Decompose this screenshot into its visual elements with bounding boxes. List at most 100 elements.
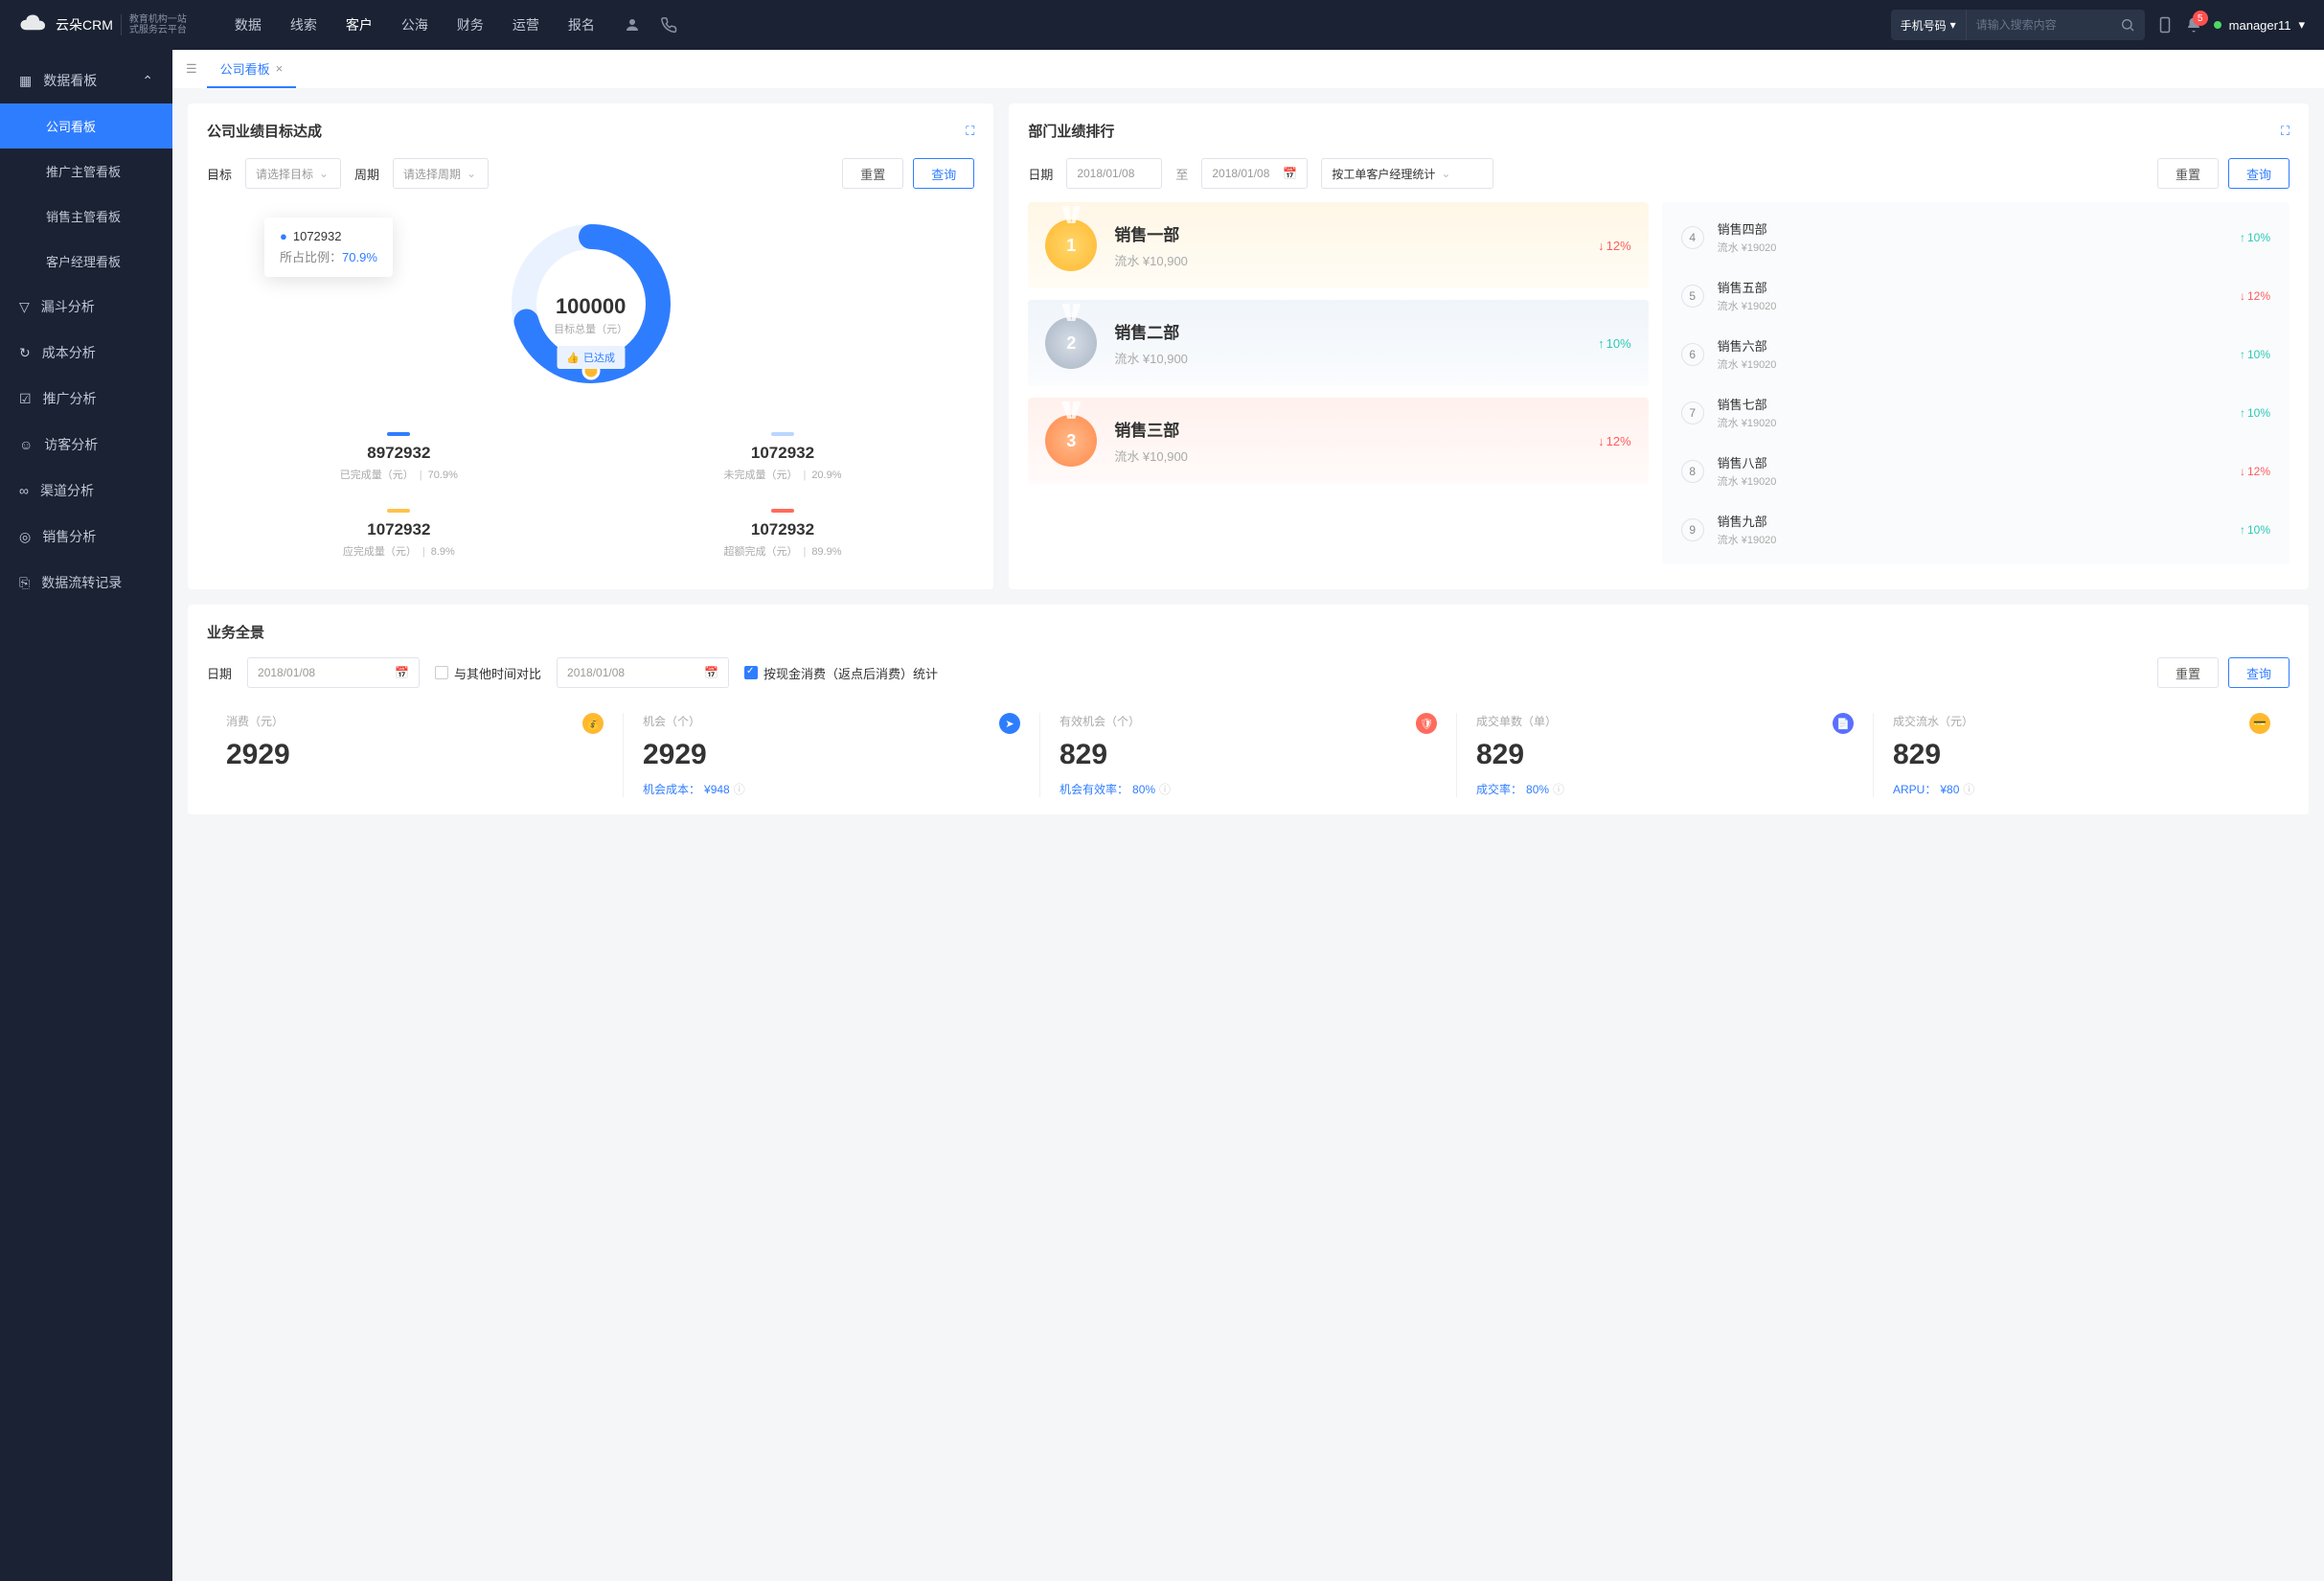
sidebar-item-5[interactable]: ▽ 漏斗分析 (0, 284, 172, 330)
expand-icon[interactable]: ⛶ (966, 124, 974, 139)
date-from-input[interactable]: 2018/01/08 (1066, 158, 1162, 189)
stat-value: 2929 (643, 739, 1020, 771)
sidebar-item-10[interactable]: ◎销售分析 (0, 514, 172, 560)
sidebar-item-3[interactable]: 销售主管看板 (0, 194, 172, 239)
topnav-item-1[interactable]: 线索 (290, 15, 317, 34)
dashboard-icon: ▦ (19, 73, 32, 89)
sales-icon: ◎ (19, 529, 31, 545)
sidebar-item-8[interactable]: ☺访客分析 (0, 422, 172, 468)
reset-button[interactable]: 重置 (2157, 158, 2219, 189)
search-type-select[interactable]: 手机号码 ▾ (1891, 10, 1967, 40)
sidebar-item-label: 公司看板 (46, 117, 96, 135)
topnav-item-4[interactable]: 财务 (457, 15, 484, 34)
stat-sub: 成交率：80% ⓘ (1476, 781, 1854, 797)
sidebar-item-1[interactable]: 公司看板 (0, 103, 172, 149)
arrow-down-icon: ↓ (2240, 465, 2245, 478)
sidebar-item-label: 推广主管看板 (46, 162, 121, 180)
metric-value: 1072932 (601, 444, 966, 463)
sidebar-item-label: 漏斗分析 (41, 297, 95, 316)
arrow-down-icon: ↓ (2240, 289, 2245, 303)
date-label: 日期 (207, 664, 232, 682)
sidebar-item-label: 成本分析 (42, 343, 96, 362)
chart-tooltip: ●1072932 所占比例：70.9% (264, 218, 393, 277)
stat-by-select[interactable]: 按工单客户经理统计⌄ (1321, 158, 1493, 189)
arrow-up-icon: ↑ (2240, 348, 2245, 361)
chevron-down-icon: ⌄ (1441, 167, 1450, 180)
target-achievement-card: 公司业绩目标达成 ⛶ 目标 请选择目标⌄ 周期 请选择周期⌄ 重置 查询 (188, 103, 993, 589)
funnel-icon: ▽ (19, 299, 30, 315)
sidebar-item-label: 销售主管看板 (46, 207, 121, 225)
bell-icon[interactable]: 5 (2185, 16, 2202, 34)
phone-icon[interactable] (660, 16, 677, 34)
calendar-icon: 📅 (395, 666, 409, 679)
sidebar-item-4[interactable]: 客户经理看板 (0, 239, 172, 284)
sidebar-item-9[interactable]: ∞渠道分析 (0, 468, 172, 514)
cost-icon: ↻ (19, 345, 31, 361)
topnav-item-6[interactable]: 报名 (568, 15, 595, 34)
sidebar-item-0[interactable]: ▦数据看板⌃ (0, 57, 172, 103)
metric-label: 已完成量（元）|70.9% (216, 467, 581, 482)
tab-company-board[interactable]: 公司看板 × (207, 50, 297, 88)
reset-button[interactable]: 重置 (842, 158, 903, 189)
date-input-1[interactable]: 2018/01/08📅 (247, 657, 420, 688)
help-icon[interactable]: ⓘ (1159, 781, 1171, 797)
thumbs-up-icon: 👍 (566, 352, 580, 364)
date-to-input[interactable]: 2018/01/08📅 (1201, 158, 1308, 189)
sidebar: ▦数据看板⌃公司看板推广主管看板销售主管看板客户经理看板▽漏斗分析↻成本分析☑推… (0, 50, 172, 1581)
sidebar-item-11[interactable]: ⎘数据流转记录 (0, 560, 172, 606)
period-select[interactable]: 请选择周期⌄ (393, 158, 489, 189)
query-button[interactable]: 查询 (2228, 657, 2290, 688)
metric-2: 1072932 应完成量（元）|8.9% (207, 495, 591, 572)
sidebar-item-6[interactable]: ↻ 成本分析 (0, 330, 172, 376)
rank-number: 9 (1681, 518, 1704, 541)
search-input[interactable] (1967, 18, 2110, 32)
achieved-badge: 👍已达成 (557, 346, 625, 369)
topnav-item-0[interactable]: 数据 (235, 15, 262, 34)
card-title: 业务全景 (207, 622, 2290, 642)
search-button[interactable] (2110, 10, 2145, 40)
topnav-item-2[interactable]: 客户 (346, 15, 373, 34)
rank-change: ↑ 10% (2240, 348, 2270, 361)
rank-row-5: 5 销售五部 流水 ¥19020 ↓ 12% (1666, 266, 2286, 325)
metric-1: 1072932 未完成量（元）|20.9% (591, 419, 975, 495)
rank-name: 销售七部 (1718, 395, 1777, 413)
stat-0: 消费（元） 💰 2929 (207, 713, 624, 797)
user-icon[interactable] (624, 16, 641, 34)
help-icon[interactable]: ⓘ (1963, 781, 1974, 797)
compare-checkbox[interactable]: 与其他时间对比 (435, 664, 541, 682)
stat-label: 成交单数（单） (1476, 713, 1854, 729)
stat-sub: ARPU：¥80 ⓘ (1893, 781, 2270, 797)
date-input-2[interactable]: 2018/01/08📅 (557, 657, 729, 688)
query-button[interactable]: 查询 (2228, 158, 2290, 189)
shield-icon: 🛡 (1416, 713, 1437, 734)
brand-name: 云朵CRM (56, 15, 113, 34)
chevron-down-icon: ⌄ (319, 167, 329, 180)
rank-change: ↓ 12% (2240, 465, 2270, 478)
rank-sub: 流水 ¥19020 (1718, 240, 1777, 255)
topnav-item-3[interactable]: 公海 (401, 15, 428, 34)
sidebar-item-7[interactable]: ☑推广分析 (0, 376, 172, 422)
sidebar-item-label: 数据看板 (43, 71, 97, 90)
stat-4: 成交流水（元） 💳 829ARPU：¥80 ⓘ (1874, 713, 2290, 797)
mobile-icon[interactable] (2156, 16, 2174, 34)
stat-label: 成交流水（元） (1893, 713, 2270, 729)
target-select[interactable]: 请选择目标⌄ (245, 158, 341, 189)
help-icon[interactable]: ⓘ (1553, 781, 1564, 797)
help-icon[interactable]: ⓘ (734, 781, 745, 797)
arrow-down-icon: ↓ (1598, 434, 1605, 448)
rank-name: 销售一部 (1114, 221, 1581, 245)
expand-icon[interactable]: ⛶ (2281, 124, 2290, 139)
user-menu[interactable]: manager11 ▾ (2214, 17, 2305, 33)
arrow-up-icon: ↑ (2240, 231, 2245, 244)
reset-button[interactable]: 重置 (2157, 657, 2219, 688)
topnav-item-5[interactable]: 运营 (513, 15, 539, 34)
close-icon[interactable]: × (276, 61, 284, 76)
cash-stat-checkbox[interactable]: 按现金消费（返点后消费）统计 (744, 664, 938, 682)
channel-icon: ∞ (19, 483, 29, 498)
target-label: 目标 (207, 165, 232, 183)
menu-toggle-icon[interactable]: ☰ (186, 61, 197, 77)
query-button[interactable]: 查询 (913, 158, 974, 189)
rank-name: 销售二部 (1114, 319, 1581, 343)
search-box: 手机号码 ▾ (1891, 10, 2145, 40)
sidebar-item-2[interactable]: 推广主管看板 (0, 149, 172, 194)
